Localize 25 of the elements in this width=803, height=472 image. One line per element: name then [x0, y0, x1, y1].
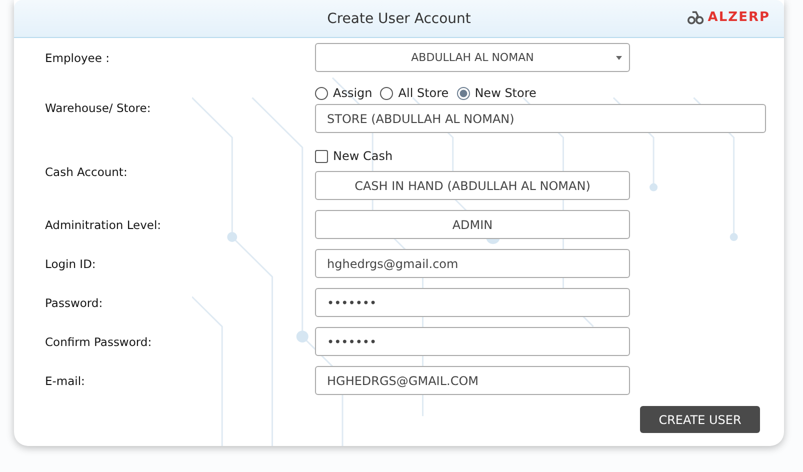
logo-icon [686, 10, 705, 25]
radio-option[interactable]: All Store [380, 86, 449, 100]
input-field[interactable]: ADMIN [315, 210, 630, 239]
input-field[interactable]: ••••••• [315, 288, 630, 317]
radio-option[interactable]: New Store [456, 86, 536, 100]
field-label: Warehouse/ Store: [45, 100, 152, 114]
input-field[interactable]: HGHEDRGS@GMAIL.COM [315, 366, 630, 395]
input-field[interactable]: STORE (ABDULLAH AL NOMAN) [315, 104, 766, 133]
field-label: Cash Account: [45, 164, 128, 178]
radio-option[interactable]: Assign [315, 86, 372, 100]
checkbox-option[interactable]: New Cash [315, 149, 766, 163]
window-title: Create User Account [327, 10, 471, 26]
field-label: Employee : [45, 50, 110, 64]
input-field[interactable]: hghedrgs@gmail.com [315, 249, 630, 278]
field-label: Adminitration Level: [45, 218, 162, 232]
field-label: Login ID: [45, 256, 97, 270]
input-field[interactable]: CASH IN HAND (ABDULLAH AL NOMAN) [315, 171, 630, 200]
field-label: Password: [45, 296, 104, 310]
caret-icon [616, 56, 622, 60]
create-user-button[interactable]: CREATE USER [640, 406, 760, 433]
input-field[interactable]: ••••••• [315, 327, 630, 356]
employee-dropdown[interactable]: ABDULLAH AL NOMAN [315, 43, 630, 72]
logo-text: ALZERP [708, 10, 770, 25]
field-label: E-mail: [45, 374, 86, 388]
field-label: Confirm Password: [45, 334, 153, 348]
